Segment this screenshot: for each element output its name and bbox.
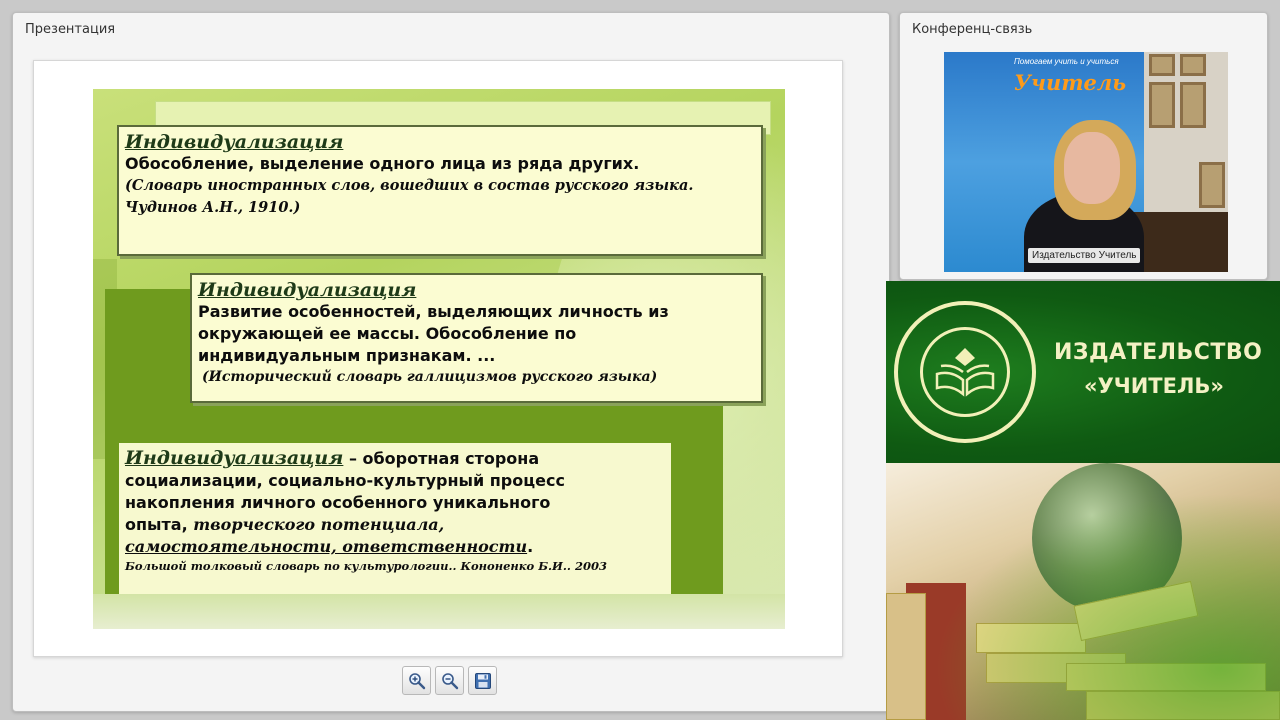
video-wall-picture	[1180, 54, 1206, 76]
zoom-out-icon	[441, 672, 458, 689]
definition-text: индивидуальным признакам. ...	[198, 346, 496, 365]
slide-decor-bottom	[93, 594, 785, 629]
video-wall-picture	[1149, 54, 1175, 76]
book-logo-icon	[935, 348, 995, 397]
definition-source: (Словарь иностранных слов, вошедших в со…	[125, 177, 694, 194]
video-person-face	[1064, 132, 1120, 204]
zoom-out-button[interactable]	[435, 666, 464, 695]
definition-source: Большой толковый словарь по культурологи…	[125, 559, 607, 573]
definition-text: окружающей ее массы. Обособление по	[198, 324, 577, 343]
definition-term: Индивидуализация	[125, 131, 344, 153]
definition-term: Индивидуализация	[198, 279, 417, 301]
promo-books-globe-image	[886, 463, 1280, 720]
video-wall-picture	[1149, 82, 1175, 128]
conference-panel-title: Конференц-связь	[912, 22, 1033, 37]
webcam-video[interactable]: Помогаем учить и учиться Учитель Издател…	[944, 52, 1228, 272]
publisher-promo: ИЗДАТЕЛЬСТВО «УЧИТЕЛЬ»	[886, 281, 1280, 720]
publisher-brand-line1: ИЗДАТЕЛЬСТВО	[1054, 340, 1263, 365]
publisher-logo	[894, 301, 1036, 443]
zoom-in-button[interactable]	[402, 666, 431, 695]
video-wall-picture	[1199, 162, 1225, 208]
definition-text: – оборотная сторона	[343, 449, 540, 468]
definition-text: Обособление, выделение одного лица из ря…	[125, 154, 640, 173]
definition-text: социализации, социально-культурный проце…	[125, 471, 565, 490]
presentation-toolbar	[402, 666, 497, 698]
definition-source: (Исторический словарь галлицизмов русско…	[202, 369, 658, 385]
video-desk	[1134, 212, 1228, 272]
promo-header: ИЗДАТЕЛЬСТВО «УЧИТЕЛЬ»	[886, 281, 1280, 463]
definition-box-3: Индивидуализация – оборотная сторона соц…	[119, 443, 671, 594]
save-button[interactable]	[468, 666, 497, 695]
video-banner-subtitle: Помогаем учить и учиться	[1014, 57, 1119, 66]
participant-name-tag: Издательство Учитель	[1028, 248, 1141, 263]
publisher-brand-line2: «УЧИТЕЛЬ»	[1084, 374, 1224, 398]
zoom-in-icon	[408, 672, 425, 689]
slide-viewport[interactable]: Индивидуализация Обособление, выделение …	[33, 60, 843, 657]
definition-text-italic: самостоятельности, ответственности	[125, 537, 528, 556]
definition-text: .	[527, 537, 534, 556]
definition-source-cont: Чудинов А.Н., 1910.)	[125, 199, 301, 216]
video-wall-picture	[1180, 82, 1206, 128]
definition-text-italic: творческого потенциала,	[193, 515, 445, 534]
definition-box-2: Индивидуализация Развитие особенностей, …	[190, 273, 763, 403]
presentation-slide: Индивидуализация Обособление, выделение …	[93, 89, 785, 629]
promo-green-overlay	[886, 463, 1280, 720]
definition-box-1: Индивидуализация Обособление, выделение …	[117, 125, 763, 256]
publisher-logo-inner	[920, 327, 1010, 417]
video-banner-title: Учитель	[1014, 70, 1127, 95]
conference-panel: Конференц-связь Помогаем учить и учиться…	[899, 12, 1268, 280]
presentation-panel-title: Презентация	[25, 22, 116, 37]
floppy-disk-icon	[474, 672, 491, 689]
definition-term: Индивидуализация	[125, 447, 344, 469]
definition-text: Развитие особенностей, выделяющих личнос…	[198, 302, 669, 321]
definition-text: накопления личного особенного уникальног…	[125, 493, 551, 512]
definition-text: опыта,	[125, 515, 194, 534]
presentation-panel: Презентация Индивидуализация Обособление…	[12, 12, 890, 712]
